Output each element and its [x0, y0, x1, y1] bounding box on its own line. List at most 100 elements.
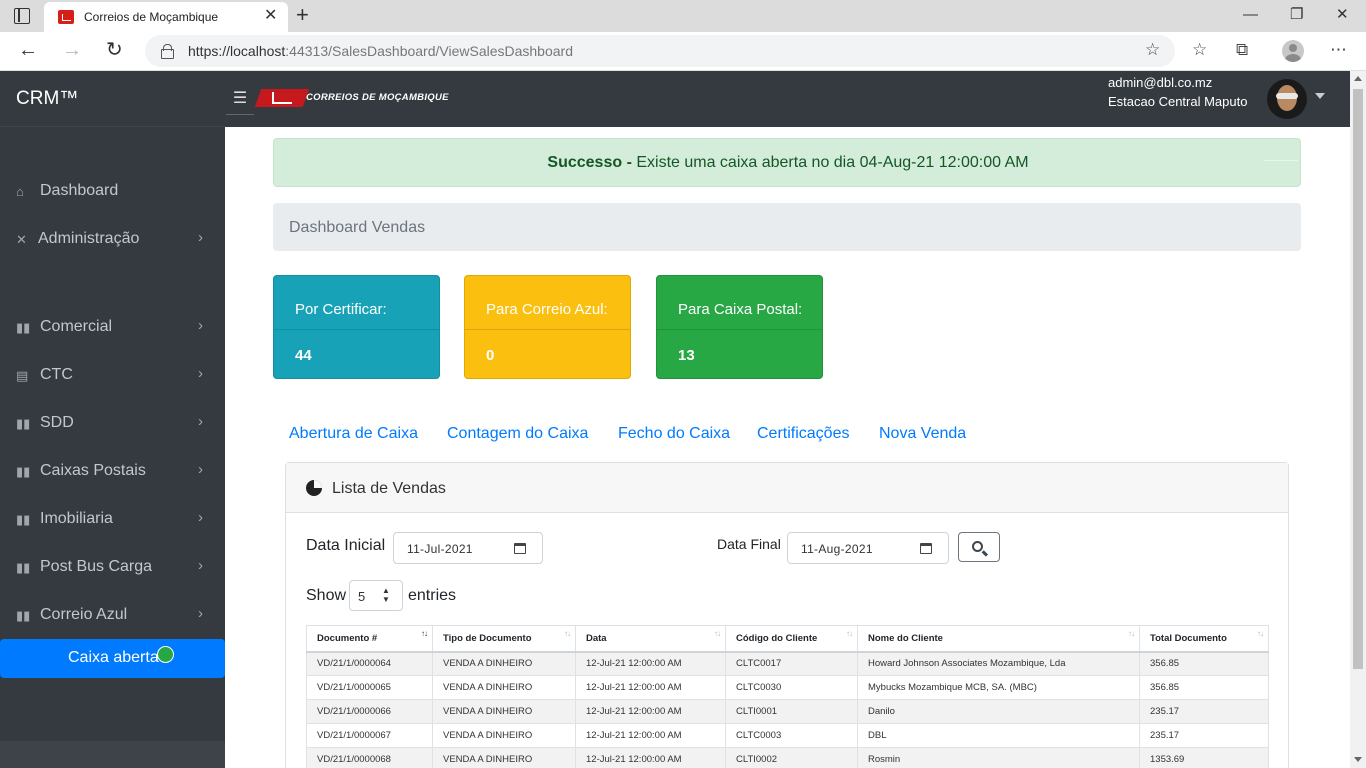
table-row[interactable]: VD/21/1/0000065 VENDA A DINHEIRO 12-Jul-…: [306, 675, 1269, 700]
column-header-nome-cliente[interactable]: Nome do Cliente ↑↓: [857, 625, 1140, 653]
stat-card-correio-azul[interactable]: Para Correio Azul: 0: [464, 275, 631, 379]
start-date-label: Data Inicial: [306, 537, 386, 554]
back-icon[interactable]: ←: [18, 40, 38, 60]
sidebar-item-comercial[interactable]: ▮▮ Comercial ›: [0, 307, 225, 347]
calendar-icon[interactable]: [920, 543, 932, 554]
sidebar-item-imobiliaria[interactable]: ▮▮ Imobiliaria ›: [0, 499, 225, 539]
sidebar-item-administracao[interactable]: ✕ Administração ›: [0, 219, 225, 259]
window-close-icon[interactable]: ✕: [1336, 6, 1349, 24]
column-label: Código do Cliente: [736, 632, 818, 644]
sidebar-item-label: Dashboard: [40, 182, 119, 199]
logo-text: CORREIOS DE MOÇAMBIQUE: [306, 92, 449, 103]
book-icon: ▮▮: [16, 320, 31, 335]
column-header-total[interactable]: Total Documento ↑↓: [1139, 625, 1269, 653]
entries-select[interactable]: 5 ▲ ▼: [349, 580, 403, 611]
maximize-icon[interactable]: ❐: [1290, 6, 1303, 24]
browser-tab[interactable]: Correios de Moçambique ✕: [44, 2, 288, 32]
sidebar-item-dashboard[interactable]: ⌂ Dashboard: [0, 171, 225, 211]
sidebar-item-sdd[interactable]: ▮▮ SDD ›: [0, 403, 225, 443]
table-row[interactable]: VD/21/1/0000067 VENDA A DINHEIRO 12-Jul-…: [306, 723, 1269, 748]
user-menu-caret-icon[interactable]: [1315, 93, 1325, 99]
certificacoes-link[interactable]: Certificações: [757, 425, 849, 443]
more-menu-icon[interactable]: ⋯: [1330, 40, 1347, 60]
stat-card-caixa-postal[interactable]: Para Caixa Postal: 13: [656, 275, 823, 379]
table-cell: 12-Jul-21 12:00:00 AM: [575, 651, 726, 676]
sort-icon: ↑↓: [714, 629, 721, 638]
sidebar-item-ctc[interactable]: ▤ CTC ›: [0, 355, 225, 395]
table-row[interactable]: VD/21/1/0000064 VENDA A DINHEIRO 12-Jul-…: [306, 651, 1269, 676]
table-cell: 12-Jul-21 12:00:00 AM: [575, 675, 726, 700]
alert-message: Existe uma caixa aberta no dia 04-Aug-21…: [636, 154, 1029, 171]
scroll-down-icon[interactable]: [1354, 757, 1362, 762]
avatar[interactable]: [1267, 79, 1307, 119]
table-cell: VENDA A DINHEIRO: [432, 723, 576, 748]
start-date-input[interactable]: 11-Jul-2021: [393, 532, 543, 564]
tab-actions-icon[interactable]: [14, 8, 30, 24]
brand[interactable]: CRM™: [0, 71, 225, 127]
url-field[interactable]: https://localhost:44313/SalesDashboard/V…: [145, 35, 1175, 67]
add-favorite-icon[interactable]: ☆: [1145, 40, 1160, 60]
minimize-icon[interactable]: —: [1243, 6, 1258, 24]
table-row[interactable]: VD/21/1/0000066 VENDA A DINHEIRO 12-Jul-…: [306, 699, 1269, 724]
calendar-icon[interactable]: [514, 543, 526, 554]
tab-title: Correios de Moçambique: [84, 10, 219, 24]
table-cell: 356.85: [1139, 675, 1269, 700]
page-title: Dashboard Vendas: [289, 219, 426, 236]
abertura-de-caixa-link[interactable]: Abertura de Caixa: [289, 425, 418, 443]
scroll-thumb[interactable]: [1353, 89, 1363, 669]
table-cell: VD/21/1/0000068: [306, 747, 433, 768]
book-icon: ▮▮: [16, 512, 31, 527]
end-date-input[interactable]: 11-Aug-2021: [787, 532, 949, 564]
collections-icon[interactable]: ⧉: [1236, 40, 1248, 60]
search-button[interactable]: [958, 532, 1000, 562]
alert-close-button[interactable]: [1264, 160, 1298, 161]
stat-title: Para Correio Azul:: [486, 301, 608, 318]
table-row[interactable]: VD/21/1/0000068 VENDA A DINHEIRO 12-Jul-…: [306, 747, 1269, 768]
sidebar-footer: [0, 741, 225, 768]
sidebar-item-caixas-postais[interactable]: ▮▮ Caixas Postais ›: [0, 451, 225, 491]
table-cell: VD/21/1/0000065: [306, 675, 433, 700]
table-cell: VD/21/1/0000064: [306, 651, 433, 676]
lock-icon[interactable]: [161, 44, 174, 59]
page-scrollbar[interactable]: [1350, 71, 1366, 768]
sidebar-item-label: Correio Azul: [40, 606, 128, 623]
table-cell: 12-Jul-21 12:00:00 AM: [575, 699, 726, 724]
column-header-codigo-cliente[interactable]: Código do Cliente ↑↓: [725, 625, 858, 653]
favorites-icon[interactable]: ☆: [1192, 40, 1207, 60]
table-cell: VD/21/1/0000067: [306, 723, 433, 748]
entries-value: 5: [358, 589, 366, 604]
new-tab-icon[interactable]: +: [296, 3, 309, 27]
column-header-tipo[interactable]: Tipo de Documento ↑↓: [432, 625, 576, 653]
column-header-documento[interactable]: Documento # ↑↓: [306, 625, 433, 653]
column-label: Documento #: [317, 632, 378, 644]
sidebar-item-correio-azul[interactable]: ▮▮ Correio Azul ›: [0, 595, 225, 635]
favicon-icon: [58, 10, 74, 24]
contagem-do-caixa-link[interactable]: Contagem do Caixa: [447, 425, 588, 443]
menu-toggle-icon[interactable]: ☰: [226, 85, 254, 115]
caixa-aberta-button[interactable]: Caixa aberta: [0, 639, 225, 678]
stat-card-por-certificar[interactable]: Por Certificar: 44: [273, 275, 440, 379]
sidebar: ⌂ Dashboard ✕ Administração › ▮▮ Comerci…: [0, 127, 225, 768]
fecho-do-caixa-link[interactable]: Fecho do Caixa: [618, 425, 730, 443]
sidebar-item-post-bus-carga[interactable]: ▮▮ Post Bus Carga ›: [0, 547, 225, 587]
stat-title: Para Caixa Postal:: [678, 301, 803, 318]
column-header-data[interactable]: Data ↑↓: [575, 625, 726, 653]
profile-icon[interactable]: [1282, 40, 1304, 62]
nova-venda-link[interactable]: Nova Venda: [879, 425, 966, 443]
reload-icon[interactable]: ↻: [106, 40, 123, 60]
sidebar-item-label: CTC: [40, 366, 73, 383]
tab-close-icon[interactable]: ✕: [264, 7, 277, 25]
scroll-up-icon[interactable]: [1354, 76, 1362, 81]
pie-chart-icon: [306, 480, 322, 496]
sidebar-item-label: Caixas Postais: [40, 462, 146, 479]
sidebar-item-label: Imobiliaria: [40, 510, 113, 527]
end-date-value: 11-Aug-2021: [801, 542, 873, 556]
user-email: admin@dbl.co.mz: [1108, 75, 1213, 90]
table-header-row: Documento # ↑↓ Tipo de Documento ↑↓ Data ↑↓…: [306, 625, 1269, 653]
logo-mark: [254, 89, 310, 107]
chevron-right-icon: ›: [198, 229, 203, 246]
book-icon: ▮▮: [16, 608, 31, 623]
sort-icon: ↑↓: [1257, 629, 1264, 638]
table-cell: VENDA A DINHEIRO: [432, 699, 576, 724]
alert-text: Successo - Existe uma caixa aberta no di…: [274, 154, 1302, 172]
